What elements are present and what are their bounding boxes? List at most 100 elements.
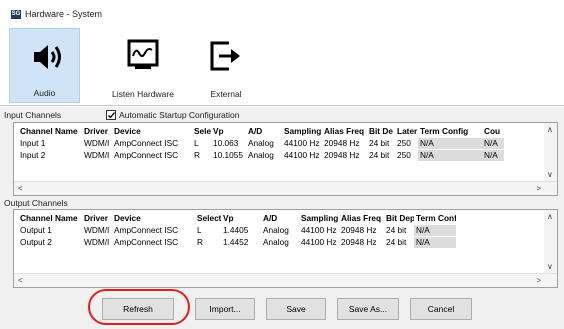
output-vertical-scrollbar[interactable]: ∧ ∨	[544, 210, 557, 273]
window-title: Hardware - System	[25, 9, 103, 19]
scroll-down-arrow-icon[interactable]: ∨	[547, 262, 553, 271]
toolbar-listen-hardware-label: Listen Hardware	[112, 89, 174, 99]
column-header[interactable]: Select	[195, 213, 221, 224]
scroll-down-arrow-icon[interactable]: ∨	[547, 170, 553, 179]
cancel-button[interactable]: Cancel	[410, 298, 472, 320]
monitor-waveform-icon	[127, 39, 159, 69]
table-cell: 24 bit	[369, 138, 390, 148]
table-cell: 20948 Hz	[341, 225, 377, 235]
table-cell: 44100 Hz	[301, 237, 337, 247]
column-header[interactable]: Channel Name	[18, 213, 82, 224]
table-cell: 44100 Hz	[284, 138, 320, 148]
column-header[interactable]: Bit Dep	[384, 213, 414, 224]
save-button[interactable]: Save	[266, 298, 326, 320]
table-row[interactable]: Output 1 WDM/I AmpConnect ISC L 1.4405 A…	[14, 225, 557, 236]
table-row[interactable]: Output 2 WDM/I AmpConnect ISC R 1.4452 A…	[14, 237, 557, 248]
table-cell: 24 bit	[386, 225, 407, 235]
column-header[interactable]: A/D	[246, 126, 282, 137]
input-channels-table: Channel Name Driver Device Sele Vp A/D S…	[13, 122, 558, 196]
column-header[interactable]: Alias Freq	[322, 126, 367, 137]
table-cell: 44100 Hz	[284, 150, 320, 160]
title-bar: SG Hardware - System	[0, 0, 564, 26]
scroll-up-arrow-icon[interactable]: ∧	[547, 125, 553, 134]
export-icon	[210, 41, 240, 71]
table-cell: WDM/I	[84, 150, 110, 160]
column-header[interactable]: Later	[395, 126, 418, 137]
column-header[interactable]: Cou	[482, 126, 504, 137]
toolbar-audio-button[interactable]: Audio	[9, 28, 80, 103]
output-channels-table: Channel Name Driver Device Select Vp A/D…	[13, 209, 558, 288]
input-horizontal-scrollbar[interactable]: < >	[14, 181, 557, 195]
toolbar-listen-hardware-button[interactable]: Listen Hardware	[98, 28, 188, 103]
table-cell: 20948 Hz	[324, 138, 360, 148]
table-cell: WDM/I	[84, 138, 110, 148]
column-header[interactable]: Alias Freq	[339, 213, 384, 224]
table-cell: AmpConnect ISC	[114, 138, 179, 148]
table-cell: 1.4452	[223, 237, 249, 247]
column-header[interactable]: A/D	[261, 213, 299, 224]
input-vertical-scrollbar[interactable]: ∧ ∨	[544, 123, 557, 181]
table-cell: 10.063	[213, 138, 239, 148]
scroll-left-arrow-icon[interactable]: <	[18, 276, 23, 285]
table-cell: 44100 Hz	[301, 225, 337, 235]
column-header[interactable]: Sampling	[282, 126, 322, 137]
table-cell: Analog	[263, 225, 289, 235]
table-cell: 20948 Hz	[324, 150, 360, 160]
toolbar-audio-label: Audio	[33, 88, 56, 98]
column-header[interactable]: Channel Name	[18, 126, 82, 137]
table-cell: N/A	[482, 138, 504, 149]
column-header[interactable]: Vp	[221, 213, 261, 224]
column-header[interactable]: Term Conf	[414, 213, 456, 224]
column-header[interactable]: Device	[112, 213, 195, 224]
column-header[interactable]: Sele	[192, 126, 211, 137]
table-cell: AmpConnect ISC	[114, 150, 179, 160]
table-cell: N/A	[414, 237, 456, 248]
toolbar-external-button[interactable]: External	[200, 28, 252, 103]
table-cell: Analog	[248, 150, 274, 160]
table-cell: Analog	[248, 138, 274, 148]
scroll-right-arrow-icon[interactable]: >	[536, 276, 541, 285]
table-cell: Output 2	[20, 237, 52, 247]
table-cell: 250	[397, 138, 411, 148]
auto-startup-label: Automatic Startup Configuration	[119, 110, 240, 120]
table-cell: Analog	[263, 237, 289, 247]
output-horizontal-scrollbar[interactable]: < >	[14, 273, 557, 287]
speaker-icon	[34, 45, 61, 69]
app-icon: SG	[11, 10, 21, 19]
input-channels-label: Input Channels	[4, 110, 62, 120]
column-header[interactable]: Device	[112, 126, 192, 137]
table-cell: N/A	[482, 150, 504, 161]
scroll-up-arrow-icon[interactable]: ∧	[547, 212, 553, 221]
table-cell: WDM/I	[84, 225, 110, 235]
table-row[interactable]: Input 1 WDM/I AmpConnect ISC L 10.063 An…	[14, 138, 557, 149]
column-header[interactable]: Bit De	[367, 126, 395, 137]
table-cell: 20948 Hz	[341, 237, 377, 247]
column-header[interactable]: Vp	[211, 126, 246, 137]
table-cell: Output 1	[20, 225, 52, 235]
scroll-right-arrow-icon[interactable]: >	[536, 184, 541, 193]
scroll-left-arrow-icon[interactable]: <	[18, 184, 23, 193]
table-cell: 250	[397, 150, 411, 160]
column-header[interactable]: Sampling	[299, 213, 339, 224]
table-header: Channel Name Driver Device Sele Vp A/D S…	[14, 126, 557, 137]
table-cell: R	[194, 150, 200, 160]
refresh-highlight-circle	[88, 289, 190, 325]
table-cell: WDM/I	[84, 237, 110, 247]
auto-startup-checkbox[interactable]	[106, 110, 116, 120]
column-header[interactable]: Driver	[82, 213, 112, 224]
import-button[interactable]: Import...	[195, 298, 255, 320]
table-cell: 1.4405	[223, 225, 249, 235]
toolbar: Audio Listen Hardware External	[0, 26, 564, 106]
table-cell: N/A	[414, 225, 456, 236]
toolbar-external-label: External	[210, 89, 242, 99]
check-icon	[108, 112, 116, 119]
table-cell: N/A	[418, 138, 482, 149]
column-header[interactable]: Driver	[82, 126, 112, 137]
table-cell: 24 bit	[369, 150, 390, 160]
table-cell: Input 2	[20, 150, 46, 160]
table-cell: L	[197, 225, 202, 235]
column-header[interactable]: Term Config	[418, 126, 482, 137]
button-bar: Refresh Import... Save Save As... Cancel	[0, 288, 564, 329]
save-as-button[interactable]: Save As...	[337, 298, 399, 320]
table-row[interactable]: Input 2 WDM/I AmpConnect ISC R 10.1055 A…	[14, 150, 557, 161]
